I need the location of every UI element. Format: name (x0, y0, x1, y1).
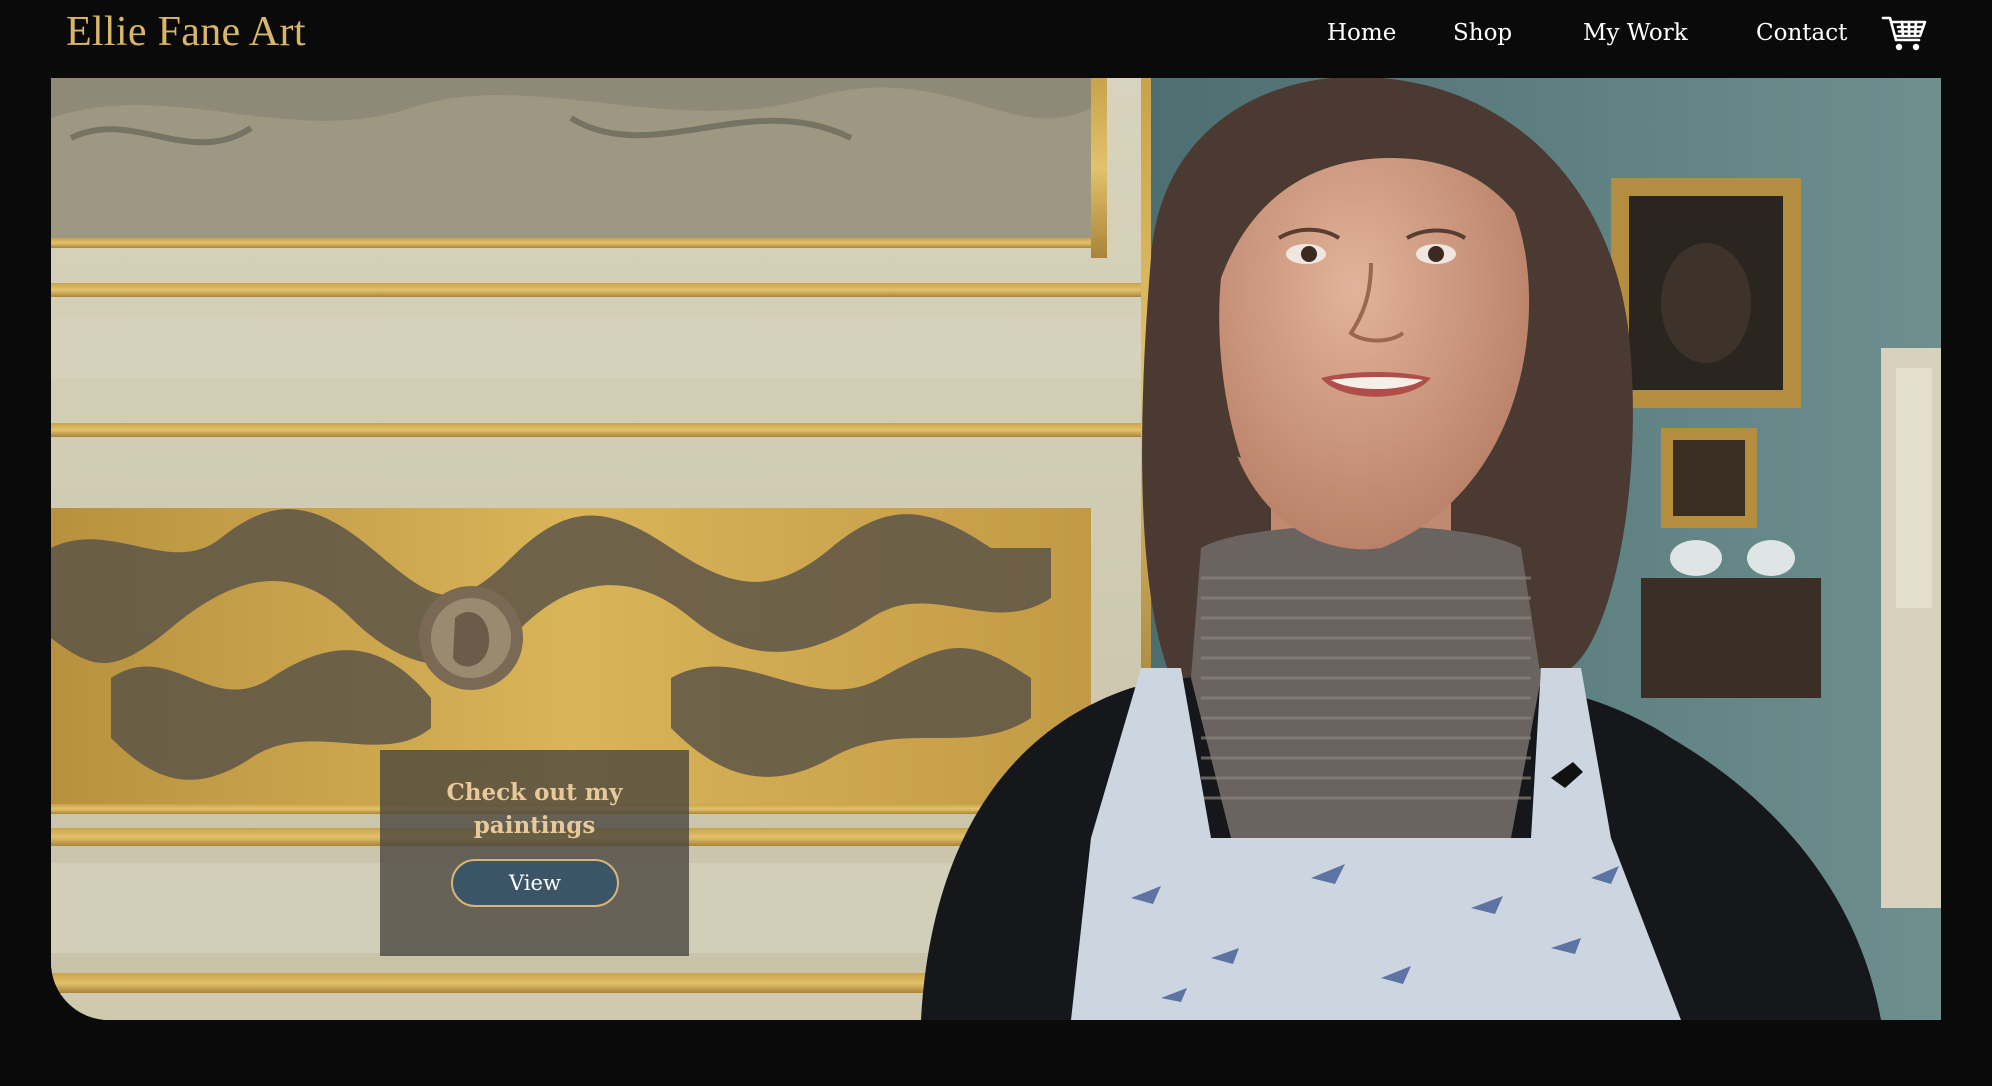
nav-my-work[interactable]: My Work (1583, 20, 1688, 46)
artist-portrait-image (51, 78, 1941, 1020)
nav-home[interactable]: Home (1327, 20, 1396, 46)
site-logo[interactable]: Ellie Fane Art (66, 8, 306, 56)
nav-contact[interactable]: Contact (1756, 20, 1847, 46)
nav-shop[interactable]: Shop (1453, 20, 1512, 46)
cta-panel: Check out my paintings View (380, 750, 689, 956)
cta-heading: Check out my paintings (446, 779, 623, 839)
view-paintings-button[interactable]: View (451, 859, 619, 907)
shopping-cart-icon[interactable] (1881, 14, 1927, 54)
site-header: Ellie Fane Art Home Shop My Work Contact (0, 0, 1992, 78)
hero-image: Check out my paintings View (51, 78, 1941, 1020)
